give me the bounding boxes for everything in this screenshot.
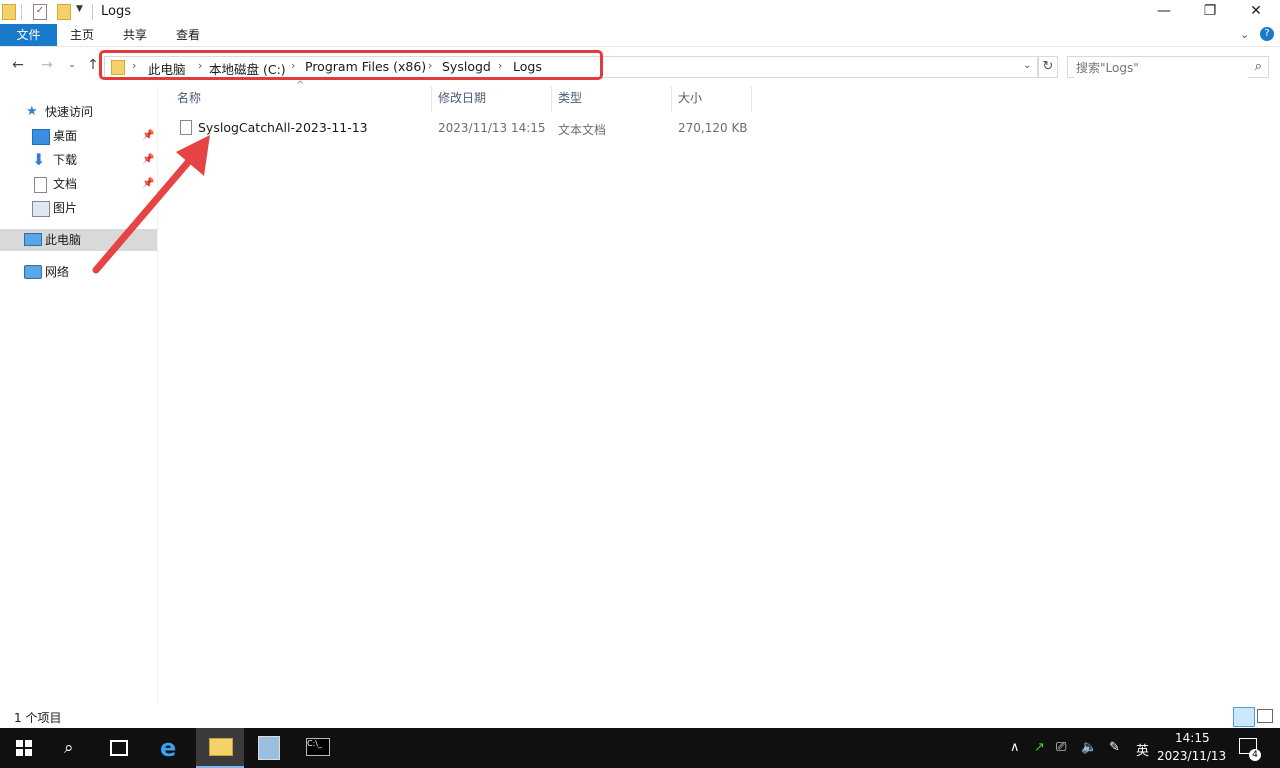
server-manager-button[interactable] — [246, 728, 294, 768]
picture-icon — [32, 201, 50, 217]
file-explorer-button[interactable] — [196, 728, 244, 768]
input-method[interactable]: 英 — [1136, 740, 1149, 759]
search-icon: ⌕ — [64, 738, 74, 758]
desktop-icon — [32, 129, 50, 145]
folder-icon — [2, 4, 16, 20]
tab-share[interactable]: 共享 — [113, 24, 157, 46]
status-bar: 1 个项目 — [0, 705, 1280, 727]
properties-icon[interactable]: ✓ — [33, 4, 47, 20]
ribbon-tabs: 文件 主页 共享 查看 ⌄ ? — [0, 24, 1280, 47]
internet-explorer-button[interactable]: e — [148, 728, 196, 768]
refresh-icon[interactable]: ↻ — [1038, 56, 1058, 78]
new-folder-icon[interactable] — [57, 4, 71, 20]
task-view-button[interactable] — [96, 728, 144, 768]
pen-icon[interactable]: ✎ — [1109, 740, 1120, 755]
annotation-arrow — [92, 135, 210, 274]
column-divider[interactable] — [551, 86, 552, 112]
restore-button[interactable]: ❐ — [1187, 0, 1233, 24]
start-button[interactable] — [0, 728, 48, 768]
divider — [21, 4, 22, 20]
show-hidden-icons-icon[interactable]: ∧ — [1010, 740, 1020, 755]
navigation-bar: ← → ⌄ ↑ › 此电脑 › 本地磁盘 (C:) › Program File… — [0, 50, 1280, 82]
search-input[interactable] — [1074, 58, 1248, 78]
document-icon — [34, 177, 47, 193]
task-view-icon — [110, 740, 128, 756]
column-header-name[interactable]: 名称 — [177, 86, 201, 110]
customize-quick-access-icon[interactable]: ▼ — [76, 4, 83, 14]
window-title: Logs — [101, 4, 131, 19]
search-taskbar-button[interactable]: ⌕ — [48, 728, 96, 768]
notification-count: 4 — [1249, 749, 1261, 761]
address-dropdown-icon[interactable]: ⌄ — [1023, 60, 1031, 71]
windows-logo-icon — [16, 740, 32, 756]
file-size: 270,120 KB — [678, 121, 748, 135]
minimize-button[interactable]: — — [1141, 0, 1187, 24]
file-list: ^ 名称 修改日期 类型 大小 SyslogCatchAll-2023-11-1… — [160, 80, 1280, 702]
download-icon: ⬇ — [32, 150, 46, 169]
item-count: 1 个项目 — [14, 711, 62, 725]
close-button[interactable]: ✕ — [1233, 0, 1279, 24]
star-icon: ★ — [26, 104, 38, 119]
tab-home[interactable]: 主页 — [60, 24, 104, 46]
server-manager-icon — [258, 736, 280, 760]
search-box[interactable]: ⌕ — [1067, 56, 1269, 78]
network-status-icon[interactable]: ⎚ — [1056, 740, 1066, 755]
address-highlight-box — [99, 50, 603, 80]
divider — [92, 4, 93, 20]
table-row[interactable]: SyslogCatchAll-2023-11-13 2023/11/13 14:… — [160, 117, 760, 139]
expand-ribbon-icon[interactable]: ⌄ — [1240, 28, 1249, 41]
column-divider[interactable] — [431, 86, 432, 112]
back-icon[interactable]: ← — [10, 57, 26, 73]
help-icon[interactable]: ? — [1260, 27, 1274, 41]
search-icon[interactable]: ⌕ — [1255, 59, 1262, 74]
computer-icon — [24, 233, 42, 246]
column-header-date[interactable]: 修改日期 — [438, 86, 486, 110]
tab-view[interactable]: 查看 — [166, 24, 210, 46]
network-tool-icon[interactable]: ↗ — [1034, 740, 1045, 755]
volume-muted-icon[interactable]: 🔈 — [1081, 740, 1097, 755]
title-bar: ✓ ▼ Logs — ❐ ✕ — [0, 0, 1280, 24]
large-icons-view-icon[interactable] — [1257, 709, 1273, 723]
column-divider[interactable] — [671, 86, 672, 112]
tab-file[interactable]: 文件 — [0, 24, 57, 46]
recent-locations-icon[interactable]: ⌄ — [64, 57, 80, 73]
clock-time[interactable]: 14:15 — [1175, 731, 1210, 745]
column-header-type[interactable]: 类型 — [558, 86, 582, 110]
taskbar: ⌕ e C:\_ ∧ ↗ ⎚ 🔈 ✎ 英 14:15 2023/11/13 4 — [0, 728, 1280, 768]
sort-ascending-icon: ^ — [296, 80, 305, 91]
file-type: 文本文档 — [558, 123, 607, 137]
details-view-icon[interactable] — [1233, 707, 1255, 727]
forward-icon[interactable]: → — [39, 57, 55, 73]
internet-explorer-icon: e — [160, 734, 177, 762]
network-icon — [24, 265, 42, 279]
clock-date[interactable]: 2023/11/13 — [1157, 749, 1226, 763]
file-date: 2023/11/13 14:15 — [438, 121, 546, 135]
command-prompt-button[interactable]: C:\_ — [294, 728, 342, 768]
file-explorer-icon — [209, 738, 233, 756]
column-divider[interactable] — [751, 86, 752, 112]
command-prompt-icon: C:\_ — [306, 738, 330, 756]
column-header-size[interactable]: 大小 — [678, 86, 702, 110]
